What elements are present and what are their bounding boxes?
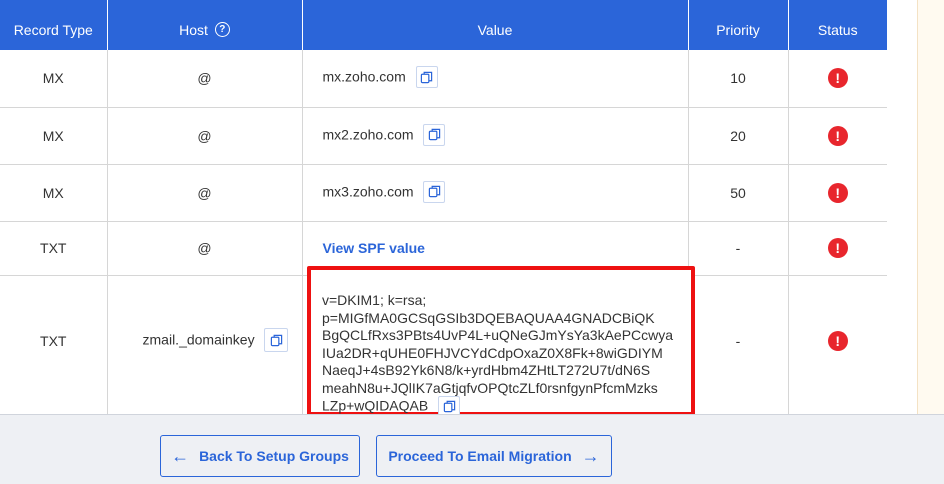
cell-status: ! [788,164,887,222]
help-circle-icon[interactable]: ? [214,22,230,38]
dkim-value-highlight: v=DKIM1; k=rsa; p=MIGfMA0GCSqGSIb3DQEBAQ… [307,266,695,416]
copy-icon[interactable] [264,328,289,352]
cell-priority: - [688,221,789,276]
side-panel-strip [917,0,944,414]
cell-value: mx2.zoho.com [302,107,689,165]
proceed-button-label: Proceed To Email Migration [388,448,572,464]
header-value: Value [302,0,689,50]
value-text: mx3.zoho.com [322,183,414,200]
dkim-line: LZp+wQIDAQAB [322,397,429,414]
cell-priority: - [688,275,789,414]
error-circle-icon: ! [827,238,848,258]
cell-value: mx3.zoho.com [302,164,689,222]
header-host-label: Host [179,21,208,38]
cell-status: ! [788,50,887,108]
cell-priority: 10 [688,50,789,108]
header-priority: Priority [688,0,789,50]
cell-record-type: MX [0,107,108,165]
arrow-right-icon: → [581,446,600,466]
back-button-label: Back To Setup Groups [199,448,349,464]
cell-host: @ [107,107,303,165]
error-circle-icon: ! [827,331,848,351]
cell-host: @ [107,50,303,108]
dkim-line: meahN8u+JQlIK7aGtjqfvOPQtcZLf0rsnfgynPfc… [322,379,658,396]
cell-status: ! [788,275,887,414]
cell-record-type: TXT [0,275,108,414]
cell-record-type: TXT [0,221,108,276]
view-spf-value-link[interactable]: View SPF value [323,240,425,256]
back-to-setup-groups-button[interactable]: ← Back To Setup Groups [160,435,360,477]
table-row: MX @ mx2.zoho.com 20 ! [0,107,887,165]
copy-icon[interactable] [423,180,446,203]
table-header-row: Record Type Host ? Value Priority Status [0,0,887,50]
dkim-line: v=DKIM1; k=rsa; [322,292,427,308]
header-host: Host ? [107,0,303,50]
dkim-line: NaeqJ+4sB92Yk6N8/k+yrdHbm4ZHtLT272U7t/dN… [322,362,651,378]
dkim-line: BgQCLfRxs3PBts4UvP4L+uQNeGJmYsYa3kAePCcw… [322,327,674,343]
host-text: zmail._domainkey [142,331,255,348]
dkim-line: p=MIGfMA0GCSqGSIb3DQEBAQUAA4GNADCBiQK [322,309,655,326]
proceed-to-email-migration-button[interactable]: Proceed To Email Migration → [376,435,612,477]
header-record-type: Record Type [0,0,108,50]
cell-value: mx.zoho.com [302,50,689,108]
table-row: MX @ mx.zoho.com 10 ! [0,50,887,108]
cell-host: @ [107,221,303,276]
cell-status: ! [788,107,887,165]
dkim-line: IUa2DR+qUHE0FHJVCYdCdpOxaZ0X8Fk+8wiGDIYM [322,344,663,361]
copy-icon[interactable] [423,123,446,146]
copy-icon[interactable] [438,396,461,416]
copy-icon[interactable] [415,66,438,89]
cell-status: ! [788,221,887,276]
error-circle-icon: ! [827,68,848,89]
cell-priority: 50 [688,164,789,222]
cell-host: zmail._domainkey [107,275,303,414]
cell-record-type: MX [0,164,108,222]
cell-host: @ [107,164,303,222]
cell-priority: 20 [688,107,789,165]
value-text: mx2.zoho.com [322,126,414,143]
footer-bar: ← Back To Setup Groups Proceed To Email … [0,414,944,484]
table-row: MX @ mx3.zoho.com 50 ! [0,164,887,222]
cell-record-type: MX [0,50,108,108]
value-text: mx.zoho.com [322,68,406,85]
error-circle-icon: ! [827,125,848,146]
arrow-left-icon: ← [171,446,190,466]
header-status: Status [788,0,887,50]
error-circle-icon: ! [827,182,848,203]
